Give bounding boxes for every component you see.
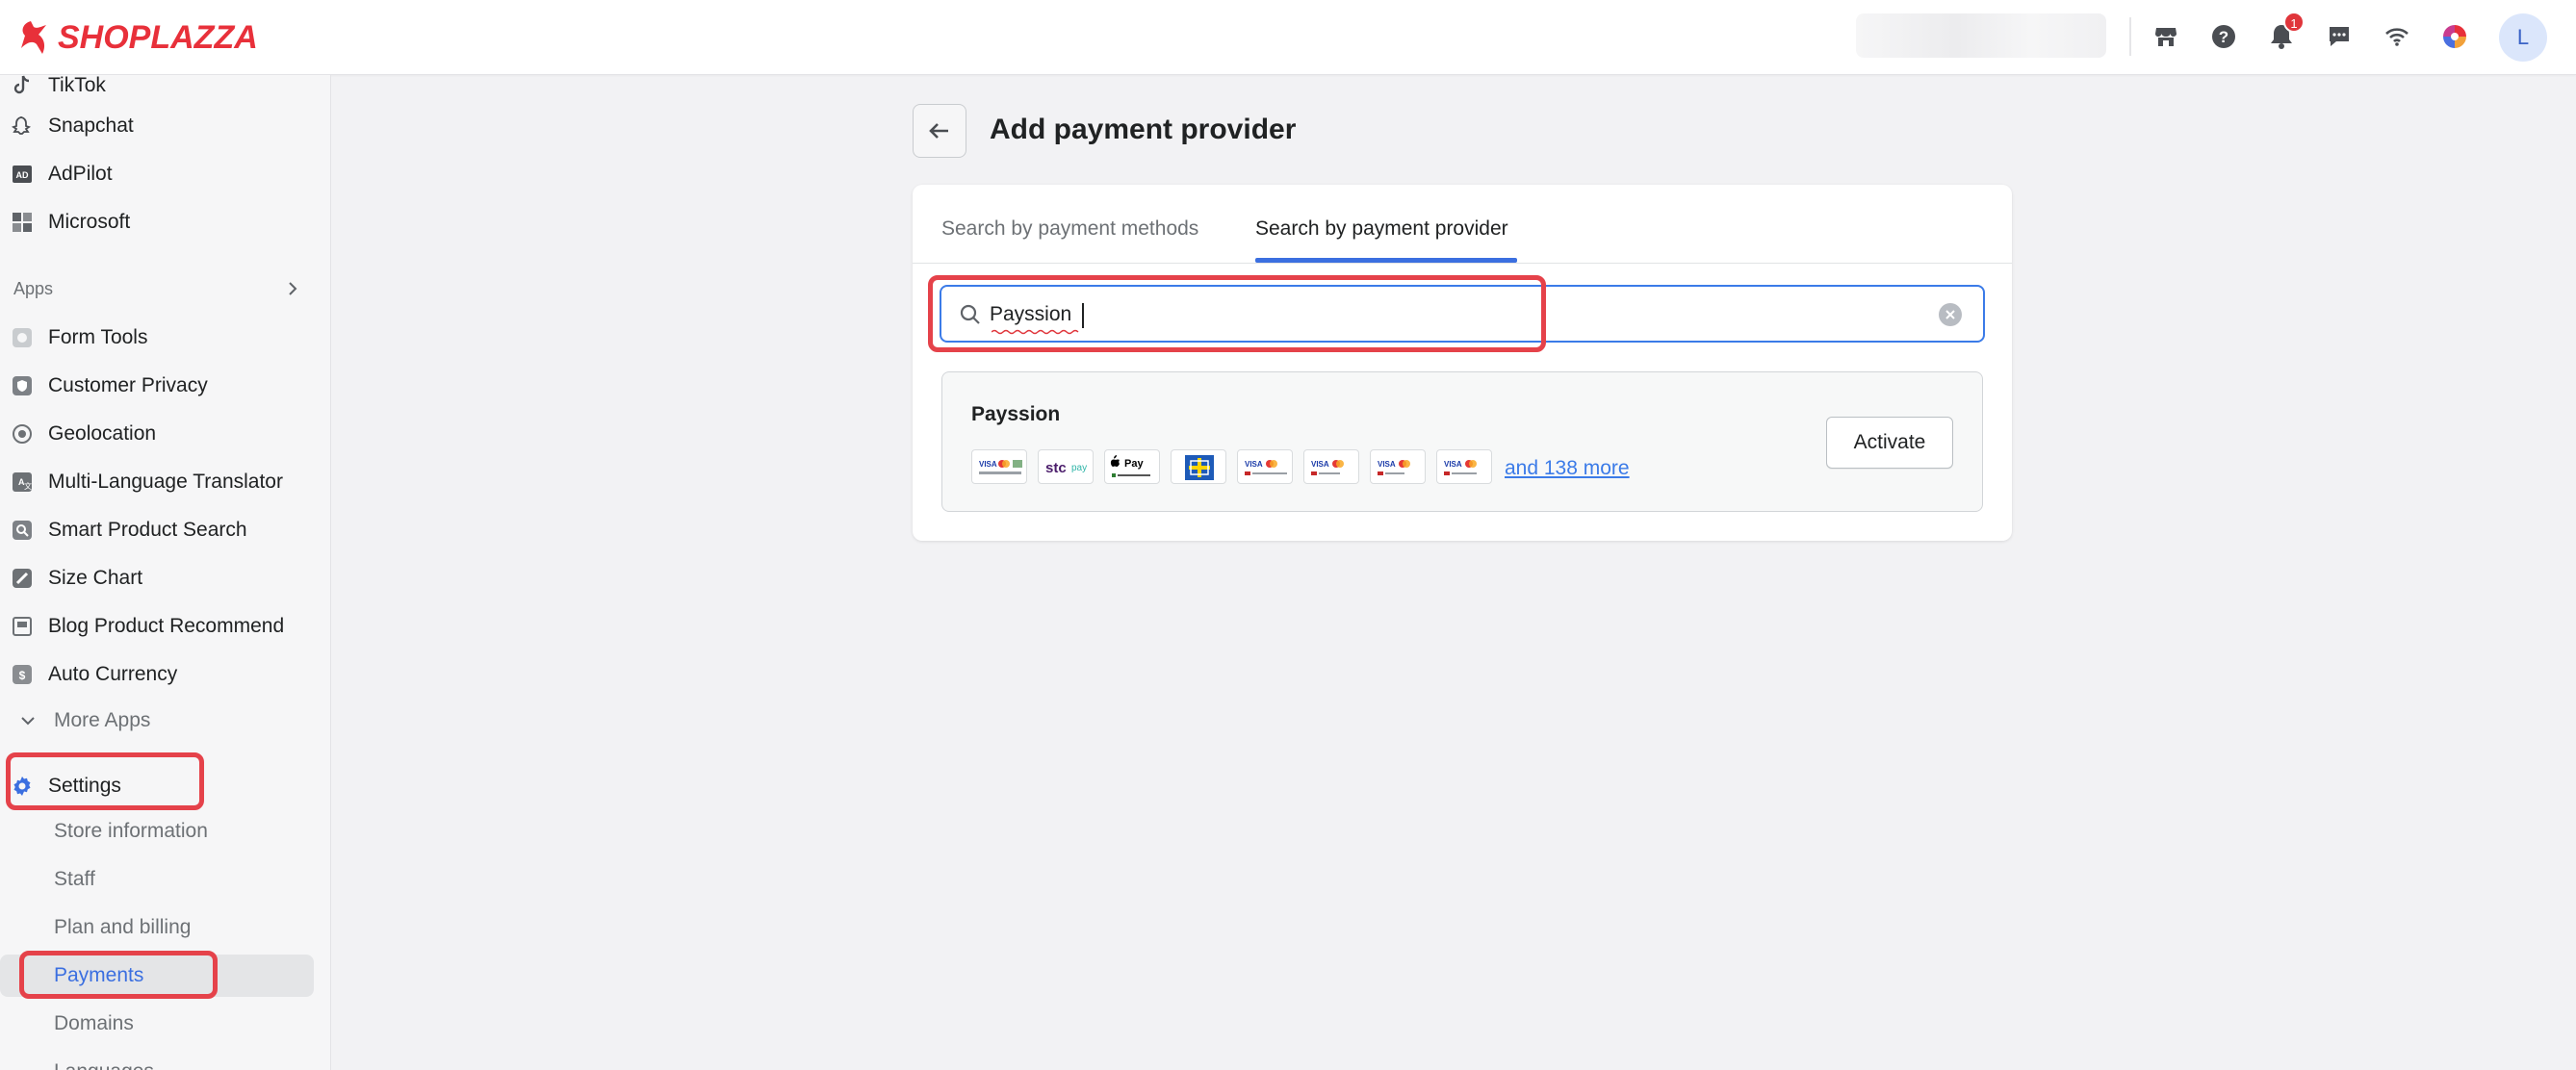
sidebar: TikTok Snapchat AD AdPilot Microsoft App… [0,75,331,1070]
blog-icon [10,614,35,639]
ruler-icon [10,566,35,591]
apps-section-label: Apps [13,279,54,298]
topbar-divider [2129,17,2131,56]
boleto-icon [1171,449,1226,484]
global-search-placeholder[interactable] [1856,13,2106,58]
svg-text:VISA: VISA [1444,460,1462,469]
sidebar-sub-store-information[interactable]: Store information [21,810,314,853]
arrow-left-icon [929,123,948,139]
sidebar-app-customer-privacy[interactable]: Customer Privacy [0,364,314,408]
search-app-icon [10,518,35,543]
svg-text:VISA: VISA [1378,460,1396,469]
sidebar-sub-languages[interactable]: Languages [21,1051,314,1070]
visa-mastercard-icon: VISA [971,449,1027,484]
apps-chevron-right-icon[interactable] [281,277,304,300]
sidebar-item-microsoft[interactable]: Microsoft [0,200,314,244]
sidebar-sub-staff[interactable]: Staff [21,858,314,901]
sidebar-app-multi-language-translator[interactable]: A文 Multi-Language Translator [0,460,314,504]
provider-result-card: Payssion VISA stcpay Pay VISA VISA VISA [941,371,1983,512]
search-highlight-box [928,275,1546,352]
search-tabs: Search by payment methods Search by paym… [913,185,2012,264]
sidebar-app-smart-product-search[interactable]: Smart Product Search [0,508,314,552]
translate-icon: A文 [10,470,35,495]
adpilot-icon: AD [10,162,35,187]
settings-highlight-box [6,752,204,810]
chevron-down-icon [15,708,40,733]
svg-text:VISA: VISA [979,460,997,469]
payments-highlight-box [19,951,218,999]
chat-icon[interactable] [2320,17,2358,56]
visa-mastercard-icon: VISA [1436,449,1492,484]
color-wheel-icon[interactable] [2435,17,2474,56]
shield-icon [10,373,35,398]
visa-mastercard-icon: VISA [1370,449,1426,484]
sidebar-app-form-tools[interactable]: Form Tools [0,316,314,360]
snapchat-icon [10,114,35,139]
sidebar-sub-domains[interactable]: Domains [21,1003,314,1045]
shoplazza-logo-icon [21,21,46,54]
visa-mastercard-icon: VISA [1303,449,1359,484]
svg-text:文: 文 [24,481,32,491]
tab-search-by-payment-provider[interactable]: Search by payment provider [1255,217,1508,241]
sidebar-sub-plan-and-billing[interactable]: Plan and billing [21,906,314,949]
payment-method-icons: VISA stc pay Pay VISA VISA VISA VISA [971,449,1492,484]
sidebar-item-tiktok[interactable]: TikTok [0,75,314,108]
svg-text:AD: AD [16,170,29,180]
active-tab-indicator [1255,258,1517,263]
visa-mastercard-icon: VISA [1237,449,1293,484]
back-button[interactable] [913,104,966,158]
sidebar-app-auto-currency[interactable]: $ Auto Currency [0,652,314,697]
brand-name: SHOPLAZZA [58,18,258,56]
tab-search-by-payment-methods[interactable]: Search by payment methods [941,217,1198,241]
notification-count-badge: 1 [2283,12,2305,33]
sidebar-app-blog-product-recommend[interactable]: Blog Product Recommend [0,604,314,649]
help-icon[interactable]: ? [2204,17,2243,56]
sidebar-more-apps[interactable]: More Apps [0,699,314,743]
clear-search-icon[interactable] [1939,303,1962,326]
page-title: Add payment provider [990,114,1297,145]
svg-text:$: $ [19,669,26,682]
notifications-bell-icon[interactable]: 1 [2262,12,2305,56]
microsoft-icon [10,210,35,235]
stc-pay-icon: stc pay [1038,449,1094,484]
sidebar-app-size-chart[interactable]: Size Chart [0,556,314,600]
sidebar-item-snapchat[interactable]: Snapchat [0,104,314,148]
svg-text:pay: pay [1071,463,1087,473]
svg-text:?: ? [2219,28,2228,46]
more-payment-methods-link[interactable]: and 138 more [1505,457,1630,480]
user-avatar[interactable]: L [2499,13,2547,62]
activate-button[interactable]: Activate [1826,417,1953,469]
globe-icon [10,421,35,446]
payment-provider-card: Search by payment methods Search by paym… [913,185,2012,541]
svg-text:Pay: Pay [1124,458,1144,470]
svg-text:VISA: VISA [1311,460,1329,469]
top-bar: SHOPLAZZA ? 1 L [0,0,2576,75]
svg-text:VISA: VISA [1245,460,1263,469]
form-tools-icon [10,325,35,350]
sidebar-app-geolocation[interactable]: Geolocation [0,412,314,456]
sidebar-item-adpilot[interactable]: AD AdPilot [0,152,314,196]
svg-text:stc: stc [1045,460,1067,476]
tiktok-icon [10,75,35,98]
apple-pay-icon: Pay [1104,449,1160,484]
shoplazza-logo[interactable]: SHOPLAZZA [17,17,258,58]
provider-name: Payssion [971,403,1061,425]
store-icon[interactable] [2147,17,2185,56]
wifi-icon[interactable] [2378,17,2416,56]
currency-icon: $ [10,662,35,687]
